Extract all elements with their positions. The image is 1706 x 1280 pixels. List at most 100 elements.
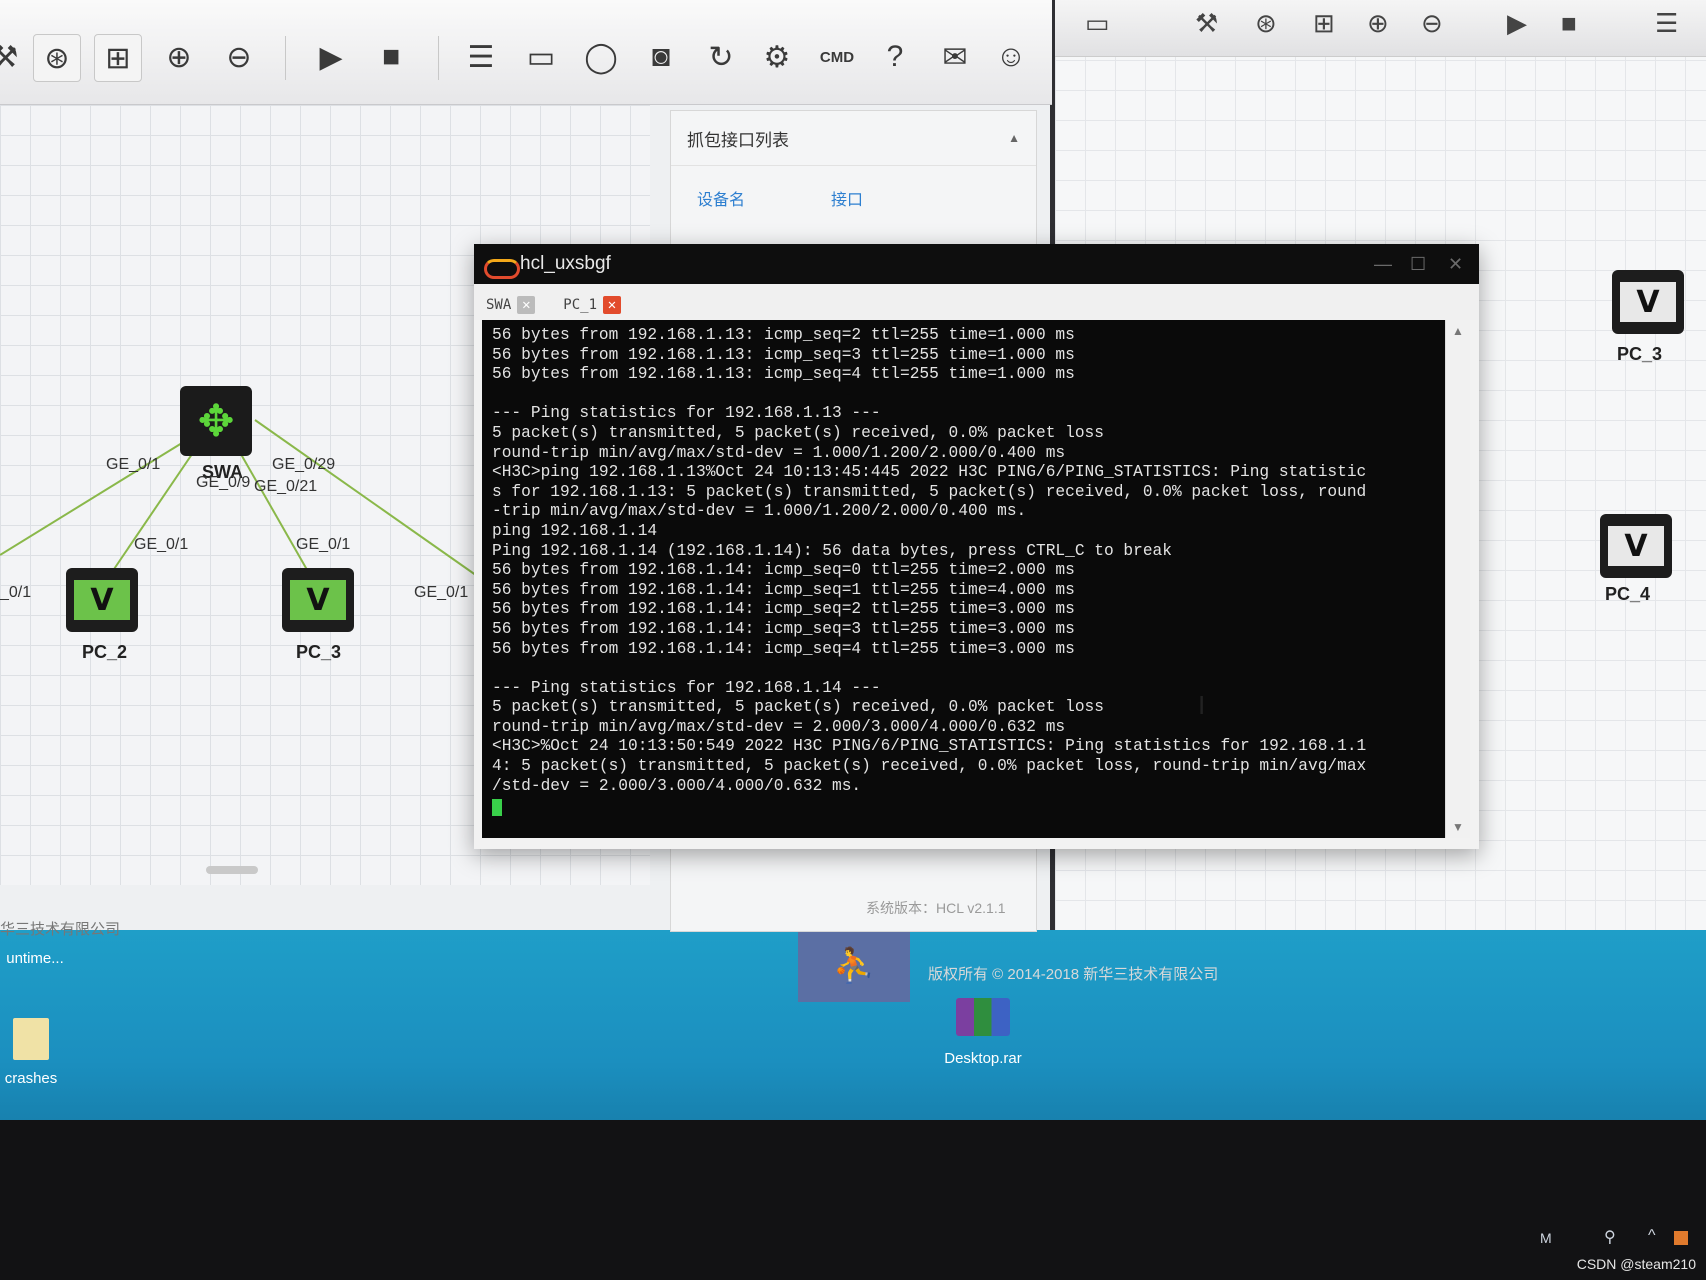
pc-node-3[interactable]: V [282,568,354,632]
help-icon[interactable]: ? [872,34,918,80]
terminal-scrollbar[interactable]: ▲ ▼ [1445,320,1470,838]
cmd-icon[interactable]: CMD [814,34,860,80]
console-line: 56 bytes from 192.168.1.13: icmp_seq=2 t… [492,326,1075,344]
column-device-name[interactable]: 设备名 [697,186,745,210]
rect-add-icon[interactable]: ▭ [518,34,564,80]
zoom-in-icon[interactable]: ⊕ [156,34,202,80]
switch-node-swa[interactable]: ✥ [180,386,252,456]
console-line: -trip min/avg/max/std-dev = 1.000/1.200/… [492,502,1027,521]
tool-icon[interactable]: ⚒ [0,34,28,80]
port-label: GE_0/1 [414,584,469,601]
refresh-icon[interactable]: ↻ [698,34,744,80]
tray-network-icon[interactable]: ⚲ [1604,1227,1616,1247]
panel-title: 抓包接口列表 [687,130,789,150]
terminal-titlebar[interactable]: hcl_uxsbgf — ☐ ✕ [474,244,1479,284]
wechat-icon[interactable]: ✉ [932,34,978,80]
port-label: GE_0/29 [272,456,336,473]
play-icon[interactable]: ▶ [308,34,354,80]
folder-icon [13,1018,49,1060]
text-cursor-icon: I [1198,690,1206,720]
circle-add-icon[interactable]: ◯ [578,34,624,80]
minimize-icon[interactable]: — [1374,254,1392,275]
console-line: 56 bytes from 192.168.1.14: icmp_seq=0 t… [492,561,1075,580]
bg-stop-icon[interactable]: ■ [1561,8,1577,39]
tab-swa[interactable]: SWA ✕ [486,296,543,320]
column-interface[interactable]: 接口 [831,186,863,210]
bg-rect-icon[interactable]: ▭ [1085,8,1110,39]
grid-icon[interactable]: ⊞ [94,34,142,82]
pc-node-3-right[interactable]: V [1612,270,1684,334]
bg-list-icon[interactable]: ☰ [1655,8,1678,39]
console-cursor [492,798,502,816]
tab-pc-1[interactable]: PC_1 ✕ [563,296,629,320]
desktop-partial-label[interactable]: untime... [0,950,70,967]
toolbar-divider [285,36,286,80]
pc-icon: V [290,580,346,620]
close-tab-icon[interactable]: ✕ [517,296,536,314]
link-line [254,419,491,586]
scroll-up-icon[interactable]: ▲ [1446,320,1470,342]
tray-ime-icon[interactable]: M [1540,1230,1552,1246]
bg-topology-icon[interactable]: ⊛ [1255,8,1277,39]
console-output: 56 bytes from 192.168.1.13: icmp_seq=2 t… [482,320,1445,822]
monitor-bezel [0,1120,1706,1280]
scroll-down-icon[interactable]: ▼ [1446,816,1470,838]
pc-icon: V [1620,282,1676,322]
console-line: 5 packet(s) transmitted, 5 packet(s) rec… [492,423,1104,442]
pc-icon: V [74,580,130,620]
console-line: 5 packet(s) transmitted, 5 packet(s) rec… [492,698,1104,717]
version-text: 系统版本：HCL v2.1.1 [866,900,1006,916]
console-line: <H3C>ping 192.168.1.13%Oct 24 10:13:45:4… [492,463,1367,482]
panel-header: 抓包接口列表 ▲ [671,111,1036,166]
pc-label: PC_2 [82,642,128,662]
bg-zoom-in-icon[interactable]: ⊕ [1367,8,1389,39]
port-label: GE_0/1 [134,536,189,553]
pc-icon: V [1608,526,1664,566]
console-line: s for 192.168.1.13: 5 packet(s) transmit… [492,482,1367,501]
bg-tool-icon[interactable]: ⚒ [1195,8,1218,39]
winrar-archive-icon [956,998,1010,1036]
terminal-window[interactable]: hcl_uxsbgf — ☐ ✕ SWA ✕ PC_1 ✕ 56 bytes f… [474,244,1479,849]
user-tile-icon[interactable]: ⛹ [798,930,910,1002]
list-add-icon[interactable]: ☰ [458,34,504,80]
console-line: 56 bytes from 192.168.1.13: icmp_seq=4 t… [492,365,1075,384]
console-line: 56 bytes from 192.168.1.14: icmp_seq=1 t… [492,580,1075,599]
company-text: 华三技术有限公司 [0,921,121,938]
terminal-tabs: SWA ✕ PC_1 ✕ [474,284,1479,320]
topology-icon[interactable]: ⊛ [33,34,81,82]
gear-icon[interactable]: ⚙ [754,34,800,80]
bg-grid-icon[interactable]: ⊞ [1313,8,1335,39]
desktop-icon-rar[interactable]: Desktop.rar [938,998,1028,1067]
bg-zoom-out-icon[interactable]: ⊖ [1421,8,1443,39]
pc-node-4-right[interactable]: V [1600,514,1672,578]
bg-play-icon[interactable]: ▶ [1507,8,1527,39]
pc-label: PC_3 [1617,344,1663,364]
tray-app-icon[interactable] [1674,1231,1688,1245]
desktop-icon-crashes[interactable]: crashes [0,1018,62,1087]
console-line: round-trip min/avg/max/std-dev = 2.000/3… [492,717,1066,736]
pc-node-2[interactable]: V [66,568,138,632]
terminal-title: hcl_uxsbgf [520,253,611,274]
horizontal-scrollbar[interactable] [206,866,258,874]
tray-chevron-icon[interactable]: ^ [1648,1227,1656,1245]
watermark: CSDN @steam210 [1576,1256,1696,1272]
copyright-text: 版权所有 © 2014-2018 新华三技术有限公司 [928,966,1219,983]
zoom-out-icon[interactable]: ⊖ [216,34,262,80]
console-line: round-trip min/avg/max/std-dev = 1.000/1… [492,443,1066,462]
collapse-icon[interactable]: ▲ [1008,131,1020,145]
user-icon[interactable]: ☺ [988,34,1034,80]
stop-icon[interactable]: ■ [368,34,414,80]
console-line: 4: 5 packet(s) transmitted, 5 packet(s) … [492,757,1367,776]
panel-columns: 设备名 接口 [671,166,1036,230]
camera-icon[interactable]: ◙ [638,34,684,80]
console-line: Ping 192.168.1.14 (192.168.1.14): 56 dat… [492,541,1172,560]
toolbar-divider [438,36,439,80]
port-label: GE_0/1 [106,456,161,473]
terminal-console[interactable]: 56 bytes from 192.168.1.13: icmp_seq=2 t… [482,320,1445,838]
maximize-icon[interactable]: ☐ [1410,254,1426,275]
close-icon[interactable]: ✕ [1448,254,1463,275]
close-tab-icon[interactable]: ✕ [603,296,622,314]
port-label: GE_0/21 [254,478,318,495]
console-line: --- Ping statistics for 192.168.1.13 --- [492,404,881,423]
taskbar-tray[interactable]: M ⚲ ^ [1500,1225,1706,1255]
